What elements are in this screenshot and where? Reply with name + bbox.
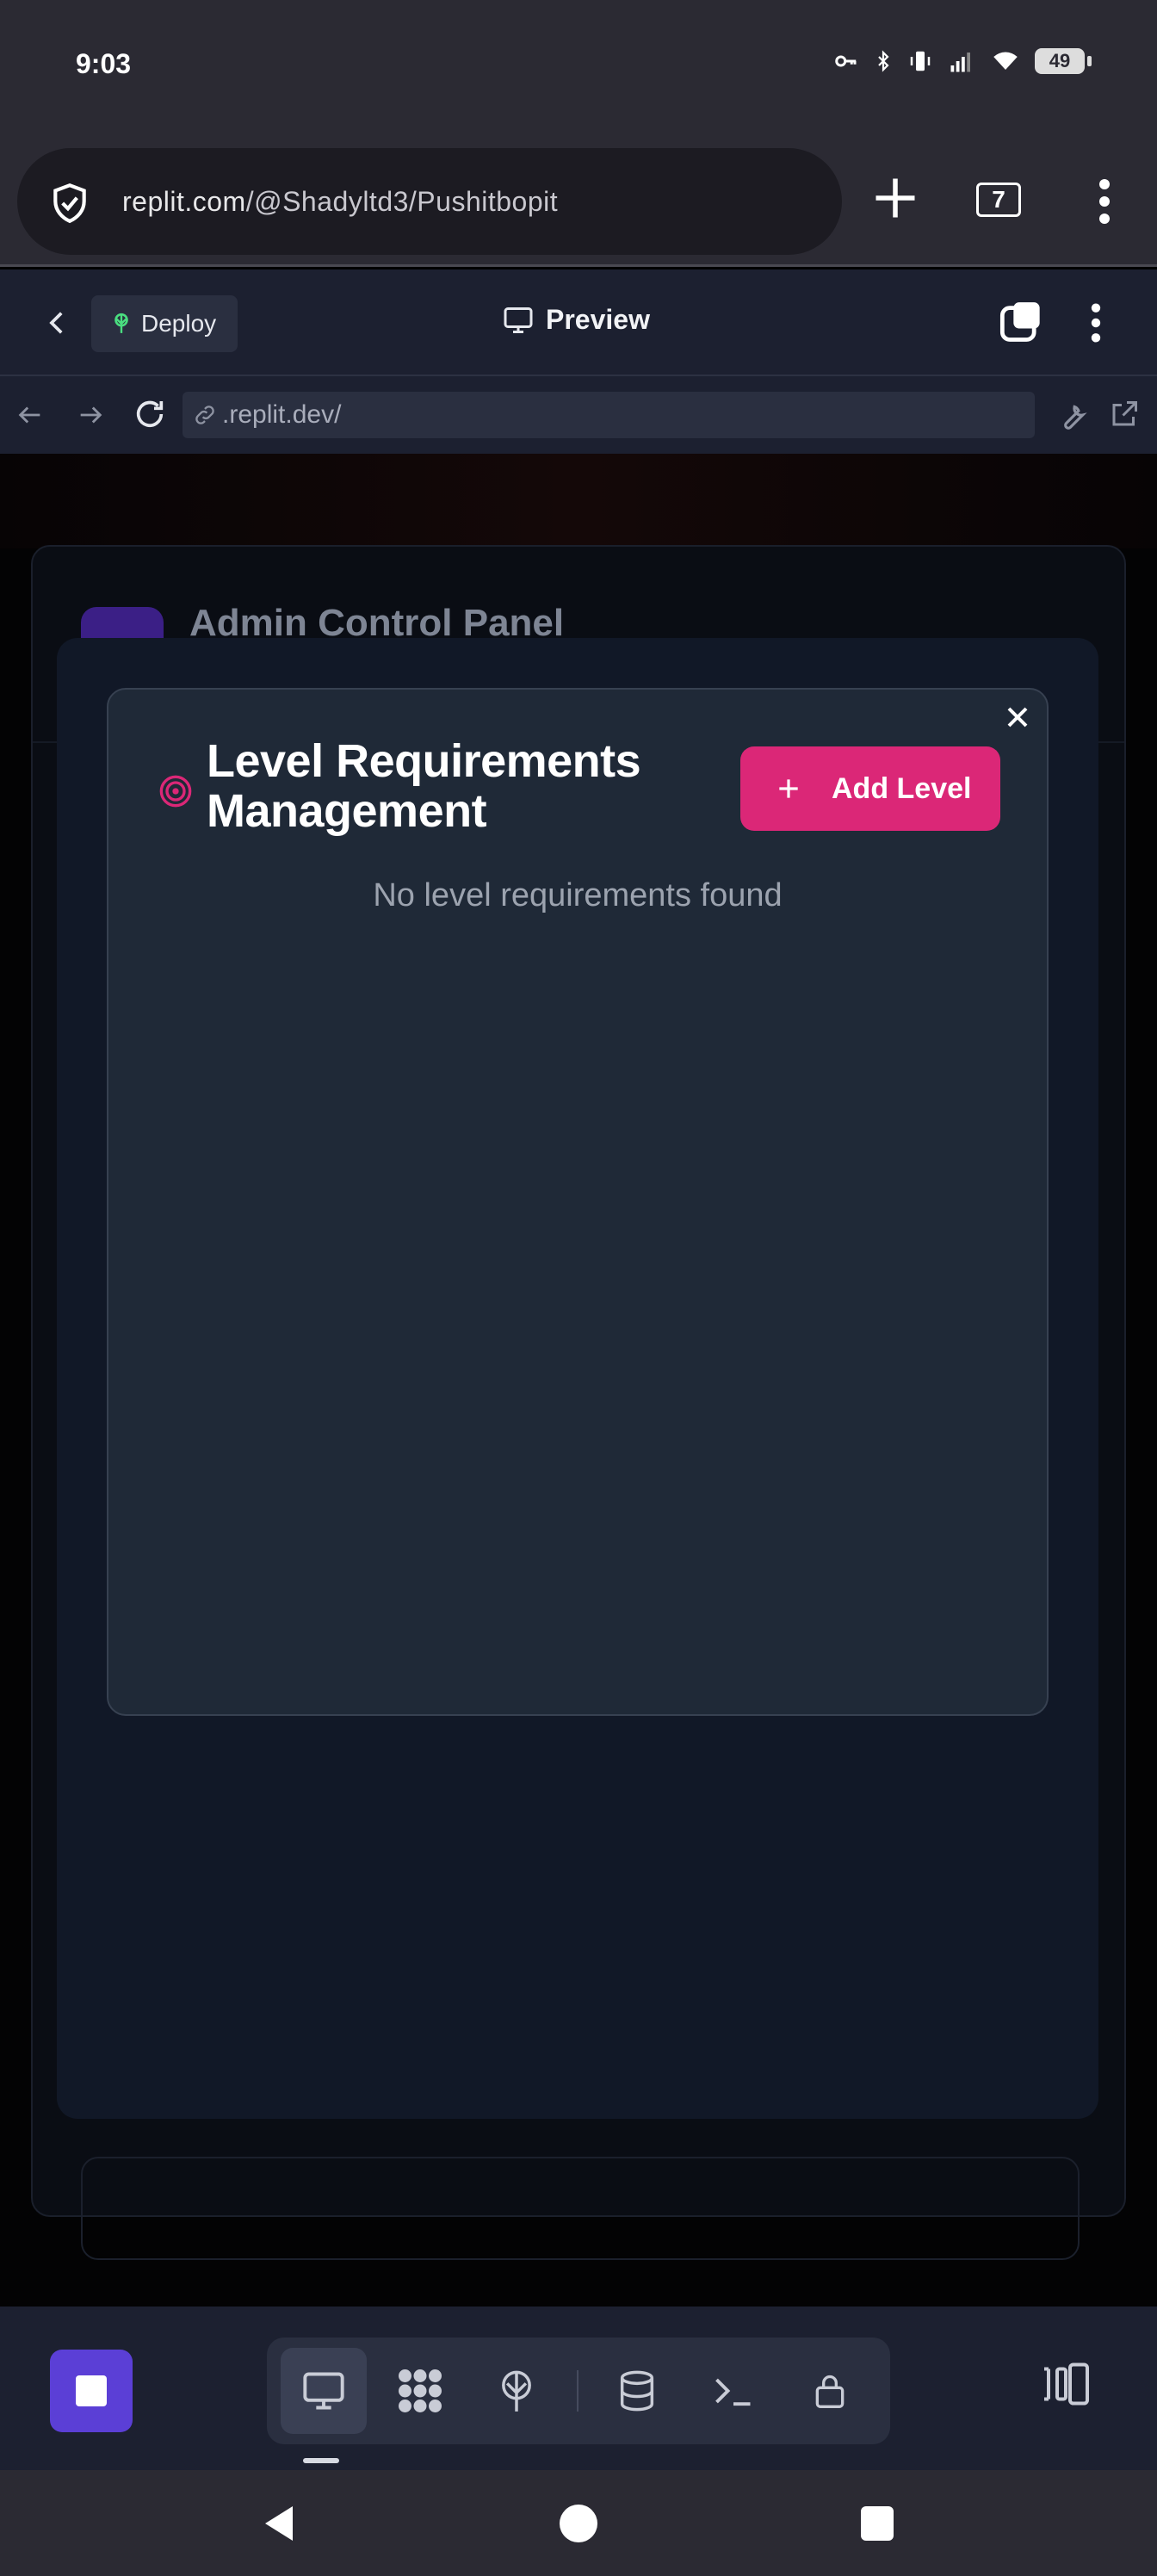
url-host: replit.com (122, 186, 246, 217)
plus-icon (779, 779, 798, 798)
tool-shell[interactable] (690, 2348, 776, 2434)
arrow-left-icon[interactable] (15, 400, 45, 430)
browser-url-text[interactable]: replit.com/@Shadyltd3/Pushitbopit (122, 186, 558, 218)
target-icon (159, 775, 192, 808)
panels-icon[interactable] (1040, 2358, 1092, 2410)
stop-icon (76, 2375, 107, 2406)
tool-secrets[interactable] (787, 2348, 873, 2434)
wifi-icon (993, 52, 1018, 70)
add-level-label: Add Level (832, 771, 972, 805)
replit-menu-icon[interactable] (1086, 300, 1105, 345)
windows-icon[interactable] (999, 300, 1043, 345)
tool-switcher (267, 2338, 890, 2444)
empty-state-message: No level requirements found (373, 877, 783, 913)
monitor-icon (303, 2372, 344, 2410)
deploy-button[interactable]: Deploy (91, 295, 238, 352)
reload-icon[interactable] (133, 397, 167, 431)
level-requirements-modal: Level Requirements Management Add Level … (107, 688, 1049, 1716)
status-time: 9:03 (76, 48, 132, 79)
workflow-icon (399, 2369, 442, 2412)
external-link-icon[interactable] (1109, 399, 1140, 430)
browser-toolbar: replit.com/@Shadyltd3/Pushitbopit 7 (0, 138, 1157, 267)
wrench-icon[interactable] (1055, 399, 1088, 431)
vibrate-icon (910, 51, 931, 71)
tool-separator (577, 2370, 578, 2412)
webview-url-input[interactable]: .replit.dev/ (183, 392, 1035, 438)
back-chevron-icon[interactable] (43, 304, 72, 342)
system-back-icon[interactable] (262, 2505, 296, 2542)
deploy-icon (114, 313, 128, 333)
key-icon (835, 55, 857, 67)
webview-url-text: .replit.dev/ (222, 400, 342, 429)
tool-deployments[interactable] (473, 2348, 560, 2434)
url-path: /@Shadyltd3/Pushitbopit (245, 186, 559, 217)
preview-label: Preview (546, 304, 650, 335)
battery-indicator: 49 (1035, 48, 1092, 74)
link-icon (195, 406, 214, 424)
bluetooth-icon (878, 50, 889, 72)
lock-icon (815, 2375, 845, 2408)
app-preview: Admin Control Panel Level Requirements M… (0, 454, 1157, 2307)
status-bar: 9:03 49 (0, 0, 1157, 138)
new-tab-plus-icon[interactable] (869, 172, 921, 224)
shield-check-icon[interactable] (48, 181, 91, 226)
add-level-button[interactable]: Add Level (740, 746, 1000, 831)
monitor-icon (504, 307, 533, 333)
tool-database[interactable] (594, 2348, 680, 2434)
webview-address-bar: .replit.dev/ (0, 376, 1157, 454)
tool-workflows[interactable] (377, 2348, 463, 2434)
preview-title: Preview (503, 304, 650, 336)
replit-header: Deploy Preview (0, 269, 1157, 376)
tab-count-button[interactable]: 7 (976, 183, 1021, 217)
database-icon (620, 2370, 654, 2412)
modal-title: Level Requirements Management (207, 735, 641, 837)
status-icons: 49 (833, 48, 1092, 74)
deploy-icon (502, 2370, 531, 2412)
system-nav-bar (0, 2470, 1157, 2576)
browser-url-bar[interactable]: replit.com/@Shadyltd3/Pushitbopit (17, 148, 842, 255)
close-icon[interactable] (1000, 700, 1035, 734)
system-recents-button[interactable] (861, 2506, 894, 2541)
tool-preview[interactable] (281, 2348, 367, 2434)
admin-section-card (81, 2157, 1080, 2260)
stop-button[interactable] (50, 2350, 133, 2432)
browser-menu-icon[interactable] (1092, 176, 1117, 227)
arrow-right-icon[interactable] (76, 400, 105, 430)
terminal-icon (715, 2378, 751, 2406)
deploy-label: Deploy (141, 310, 217, 337)
replit-bottom-toolbar (0, 2307, 1157, 2470)
signal-icon (950, 53, 970, 72)
active-tool-indicator (303, 2458, 339, 2463)
system-home-button[interactable] (560, 2505, 597, 2542)
